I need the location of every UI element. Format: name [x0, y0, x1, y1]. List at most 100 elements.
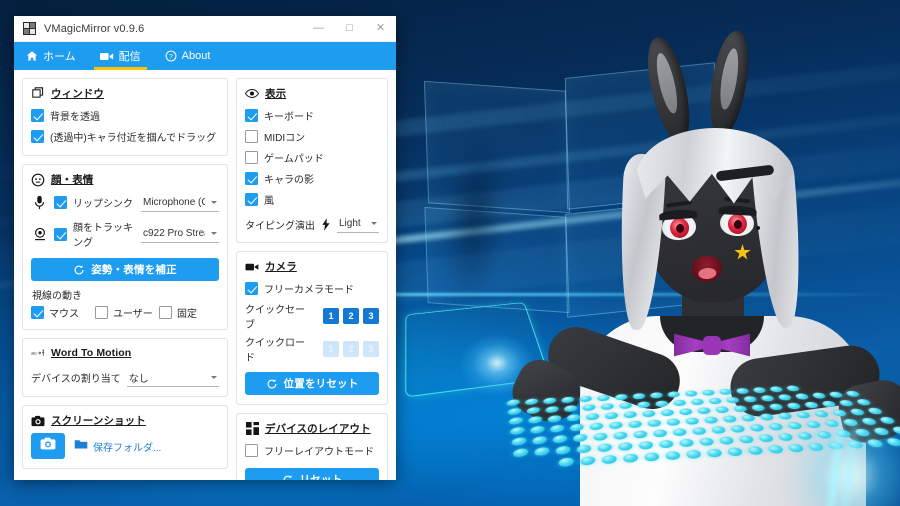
free-camera-label: フリーカメラモード	[264, 281, 354, 296]
tab-streaming[interactable]: 配信	[88, 42, 153, 70]
keyboard-key-dot	[811, 392, 826, 398]
tab-home-label: ホーム	[43, 48, 76, 64]
midi-label: MIDIコン	[264, 129, 305, 144]
checkbox-row-keyboard[interactable]: キーボード	[245, 106, 379, 125]
character-shadow-checkbox[interactable]	[245, 172, 258, 185]
keyboard-key-dot	[624, 411, 637, 418]
wtm-device-row: デバイスの割り当て なし	[31, 368, 219, 387]
face-tracking-label: 顔をトラッキング	[73, 219, 135, 249]
transparent-bg-checkbox[interactable]	[31, 109, 44, 122]
wtm-device-select[interactable]: なし	[127, 369, 219, 387]
gamepad-label: ゲームパッド	[264, 150, 324, 165]
camera-section: カメラ フリーカメラモード クイックセーブ 1 2 3	[236, 251, 388, 405]
quick-save-slots: 1 2 3	[323, 308, 379, 324]
gaze-fixed-label: 固定	[177, 305, 197, 320]
keyboard-key-dot	[618, 442, 632, 451]
keyboard-key-dot	[602, 455, 617, 464]
tab-home[interactable]: ホーム	[14, 42, 88, 70]
keyboard-key-dot	[856, 399, 872, 406]
tab-underline	[94, 67, 147, 70]
keyboard-key-dot	[699, 437, 714, 446]
keyboard-key-dot	[655, 400, 668, 407]
gamepad-checkbox[interactable]	[245, 151, 258, 164]
keyboard-key-dot	[526, 407, 541, 414]
app-icon	[23, 22, 36, 35]
webcam-device-select[interactable]: c922 Pro Strea	[141, 225, 219, 243]
gaze-option-fixed[interactable]: 固定	[159, 305, 219, 320]
wind-checkbox[interactable]	[245, 193, 258, 206]
quick-save-slot-1[interactable]: 1	[323, 308, 339, 324]
keyboard-key-dot	[787, 422, 803, 430]
refresh-icon	[266, 378, 278, 390]
gaze-user-checkbox[interactable]	[95, 306, 108, 319]
gaze-fixed-checkbox[interactable]	[159, 306, 172, 319]
gaze-user-label: ユーザー	[113, 305, 153, 320]
free-layout-checkbox[interactable]	[245, 444, 258, 457]
gaze-option-mouse[interactable]: マウス	[31, 305, 91, 320]
keyboard-key-dot	[529, 426, 545, 434]
keyboard-key-dot	[573, 434, 588, 442]
keyboard-key-dot	[623, 454, 638, 463]
keyboard-checkbox[interactable]	[245, 109, 258, 122]
checkbox-row-free-layout[interactable]: フリーレイアウトモード	[245, 441, 379, 460]
keyboard-key-dot	[665, 451, 680, 460]
tab-about[interactable]: ? About	[153, 42, 223, 70]
calibrate-button-wrap: 姿勢・表情を補正	[31, 258, 219, 281]
checkbox-row-drag-character[interactable]: (透過中)キャラ付近を掴んでドラッグ	[31, 127, 219, 146]
keyboard-key-dot	[795, 411, 811, 418]
keyboard-key-dot	[711, 426, 726, 434]
keyboard-key-dot	[597, 443, 612, 452]
gaze-mouse-checkbox[interactable]	[31, 306, 44, 319]
open-save-folder-link[interactable]: 保存フォルダ...	[74, 437, 161, 455]
keyboard-key-dot	[795, 393, 810, 399]
calibrate-button[interactable]: 姿勢・表情を補正	[31, 258, 219, 281]
keyboard-key-dot	[558, 457, 575, 467]
keyboard-key-dot	[582, 404, 596, 411]
keyboard-key-dot	[743, 396, 757, 403]
keyboard-key-dot	[609, 422, 623, 430]
keyboard-key-dot	[777, 412, 793, 419]
keyboard-key-dot	[673, 428, 687, 436]
keyboard-key-dot	[749, 424, 765, 432]
midi-checkbox[interactable]	[245, 130, 258, 143]
home-icon	[26, 50, 38, 62]
close-button[interactable]: ✕	[365, 16, 396, 41]
checkbox-row-free-camera[interactable]: フリーカメラモード	[245, 279, 379, 298]
quick-save-slot-2[interactable]: 2	[343, 308, 359, 324]
reset-camera-position-button[interactable]: 位置をリセット	[245, 372, 379, 395]
layout-grid-icon	[245, 422, 259, 436]
keyboard-key-dot	[777, 433, 794, 441]
screen-root: VMagicMirror v0.9.6 — □ ✕ ホーム 配信	[0, 0, 900, 506]
quick-save-row: クイックセーブ 1 2 3	[245, 301, 379, 331]
quick-save-slot-3[interactable]: 3	[363, 308, 379, 324]
keyboard-key-dot	[753, 387, 767, 393]
quick-load-slots: 1 2 3	[323, 341, 379, 357]
tab-streaming-label: 配信	[119, 48, 141, 64]
camera-icon	[31, 414, 45, 428]
camera-section-header: カメラ	[245, 259, 379, 274]
minimize-button[interactable]: —	[303, 16, 334, 41]
keyboard-key-dot	[564, 405, 578, 412]
keyboard-key-dot	[733, 405, 747, 412]
keyboard-key-dot	[707, 449, 723, 458]
checkbox-row-midi[interactable]: MIDIコン	[245, 127, 379, 146]
free-camera-checkbox[interactable]	[245, 282, 258, 295]
face-tracking-checkbox[interactable]	[54, 228, 67, 241]
checkbox-row-character-shadow[interactable]: キャラの影	[245, 169, 379, 188]
keyboard-key-dot	[679, 439, 694, 448]
gaze-option-user[interactable]: ユーザー	[95, 305, 155, 320]
checkbox-row-gamepad[interactable]: ゲームパッド	[245, 148, 379, 167]
device-layout-title: デバイスのレイアウト	[265, 421, 371, 436]
reset-layout-button[interactable]: リセット	[245, 468, 379, 480]
checkbox-row-transparent-bg[interactable]: 背景を透過	[31, 106, 219, 125]
word-to-motion-title: Word To Motion	[51, 347, 131, 359]
virtual-keyboard	[500, 352, 900, 492]
microphone-device-select[interactable]: Microphone (C	[141, 194, 219, 212]
checkbox-row-wind[interactable]: 風	[245, 190, 379, 209]
capture-screenshot-button[interactable]	[31, 433, 65, 459]
lip-sync-checkbox[interactable]	[54, 196, 67, 209]
left-column: ウィンドウ 背景を透過 (透過中)キャラ付近を掴んでドラッグ	[22, 78, 228, 469]
typing-effect-select[interactable]: Light	[337, 215, 379, 233]
drag-character-checkbox[interactable]	[31, 130, 44, 143]
maximize-button[interactable]: □	[334, 16, 365, 41]
